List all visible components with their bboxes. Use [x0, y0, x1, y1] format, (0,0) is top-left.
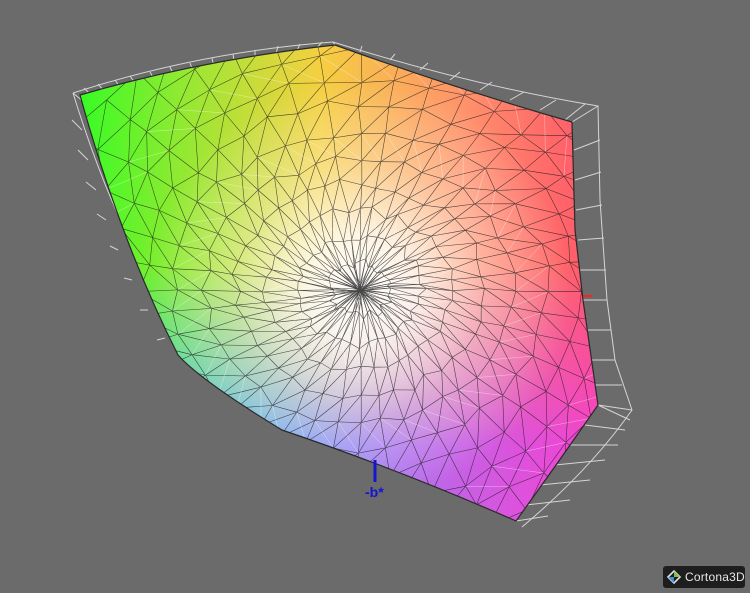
gamut-3d-view[interactable]	[0, 0, 750, 593]
cortona-logo-icon	[666, 569, 682, 585]
3d-viewport[interactable]: -b* Cortona3D	[0, 0, 750, 593]
cortona3d-logo[interactable]: Cortona3D	[663, 566, 745, 588]
b-axis-label: -b*	[365, 484, 384, 500]
gamut-surface	[79, 44, 599, 522]
logo-text: Cortona3D	[685, 570, 745, 584]
